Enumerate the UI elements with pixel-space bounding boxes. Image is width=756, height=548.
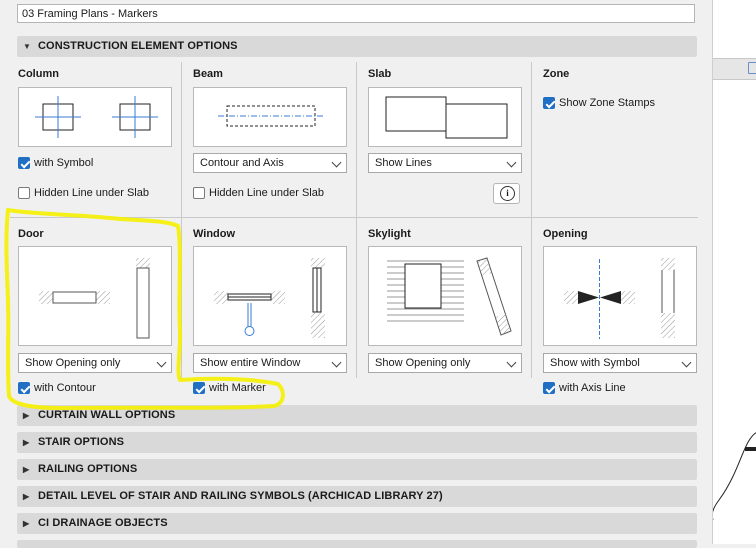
info-button[interactable]: i [493,183,520,204]
beam-display-dropdown[interactable]: Contour and Axis [193,153,347,173]
door-symbol-icon [39,258,150,339]
settings-panel: 03 Framing Plans - Markers ▼ CONSTRUCTIO… [0,0,712,548]
chevron-down-icon [331,157,342,168]
expanded-triangle-icon: ▼ [23,42,31,51]
checkbox-checked-icon [543,382,555,394]
checkbox-label: with Symbol [34,157,94,169]
skylight-symbol-icon [387,257,512,336]
checkbox-checked-icon [18,157,30,169]
dropdown-value: Show Opening only [25,357,121,369]
collapsed-triangle-icon: ▶ [23,411,30,420]
opening-preview [543,246,697,346]
checkbox-label: with Marker [209,382,266,394]
collapsed-triangle-icon: ▶ [23,492,30,501]
detail-level-header[interactable]: ▶ DETAIL LEVEL OF STAIR AND RAILING SYMB… [17,486,697,507]
section-label: STAIR OPTIONS [38,436,125,448]
chevron-down-icon [506,157,517,168]
window-preview [193,246,347,346]
grid-divider [10,217,698,218]
column-title: Column [18,68,59,80]
beam-symbol-icon [218,105,324,127]
collapsed-triangle-icon: ▶ [23,519,30,528]
slab-title: Slab [368,68,392,80]
chevron-down-icon [156,357,167,368]
grid-divider [356,62,357,378]
dropdown-value: Show with Symbol [550,357,640,369]
grid-divider [531,62,532,378]
chevron-down-icon [506,357,517,368]
skylight-preview [368,246,522,346]
drawing-arc-icon [713,432,756,520]
column-preview [18,87,172,147]
chevron-down-icon [681,357,692,368]
railing-options-header[interactable]: ▶ RAILING OPTIONS [17,459,697,480]
checkbox-label: Hidden Line under Slab [34,187,149,199]
dropdown-value: Show entire Window [200,357,301,369]
slab-preview [368,87,522,147]
zone-title: Zone [543,68,570,80]
info-icon: i [500,186,515,201]
checkbox-label: with Axis Line [559,382,626,394]
curtain-wall-options-header[interactable]: ▶ CURTAIN WALL OPTIONS [17,405,697,426]
dropdown-value: Show Opening only [375,357,471,369]
title-field[interactable]: 03 Framing Plans - Markers [17,4,695,23]
collapsed-triangle-icon: ▶ [23,465,30,474]
section-label: CI DRAINAGE OBJECTS [38,517,168,529]
checkbox-unchecked-icon [18,187,30,199]
door-preview [18,246,172,346]
skylight-title: Skylight [368,228,411,240]
slab-display-dropdown[interactable]: Show Lines [368,153,522,173]
window-title: Window [193,228,236,240]
checkbox-checked-icon [18,382,30,394]
opening-display-dropdown[interactable]: Show with Symbol [543,353,697,373]
section-label: DETAIL LEVEL OF STAIR AND RAILING SYMBOL… [38,490,443,502]
column-symbol-icon [35,96,158,138]
opening-symbol-icon [564,258,675,339]
next-section-header[interactable] [17,540,697,548]
section-label: CURTAIN WALL OPTIONS [38,409,176,421]
window-display-dropdown[interactable]: Show entire Window [193,353,347,373]
stair-options-header[interactable]: ▶ STAIR OPTIONS [17,432,697,453]
opening-title: Opening [543,228,588,240]
window-symbol-icon [214,258,325,338]
construction-options-header[interactable]: ▼ CONSTRUCTION ELEMENT OPTIONS [17,36,697,57]
door-title: Door [18,228,44,240]
checkbox-checked-icon [543,97,555,109]
chevron-down-icon [331,357,342,368]
checkbox-label: with Contour [34,382,96,394]
ci-drainage-objects-header[interactable]: ▶ CI DRAINAGE OBJECTS [17,513,697,534]
slab-symbol-icon [385,96,508,139]
checkbox-label: Show Zone Stamps [559,97,655,109]
door-display-dropdown[interactable]: Show Opening only [18,353,172,373]
skylight-display-dropdown[interactable]: Show Opening only [368,353,522,373]
checkbox-checked-icon [193,382,205,394]
dropdown-value: Contour and Axis [200,157,284,169]
grid-divider [181,62,182,378]
checkbox-unchecked-icon [193,187,205,199]
beam-preview [193,87,347,147]
checkbox-label: Hidden Line under Slab [209,187,324,199]
dropdown-value: Show Lines [375,157,432,169]
drawing-area [712,0,756,544]
section-label: RAILING OPTIONS [38,463,138,475]
beam-title: Beam [193,68,223,80]
collapsed-triangle-icon: ▶ [23,438,30,447]
construction-options-label: CONSTRUCTION ELEMENT OPTIONS [38,40,238,52]
